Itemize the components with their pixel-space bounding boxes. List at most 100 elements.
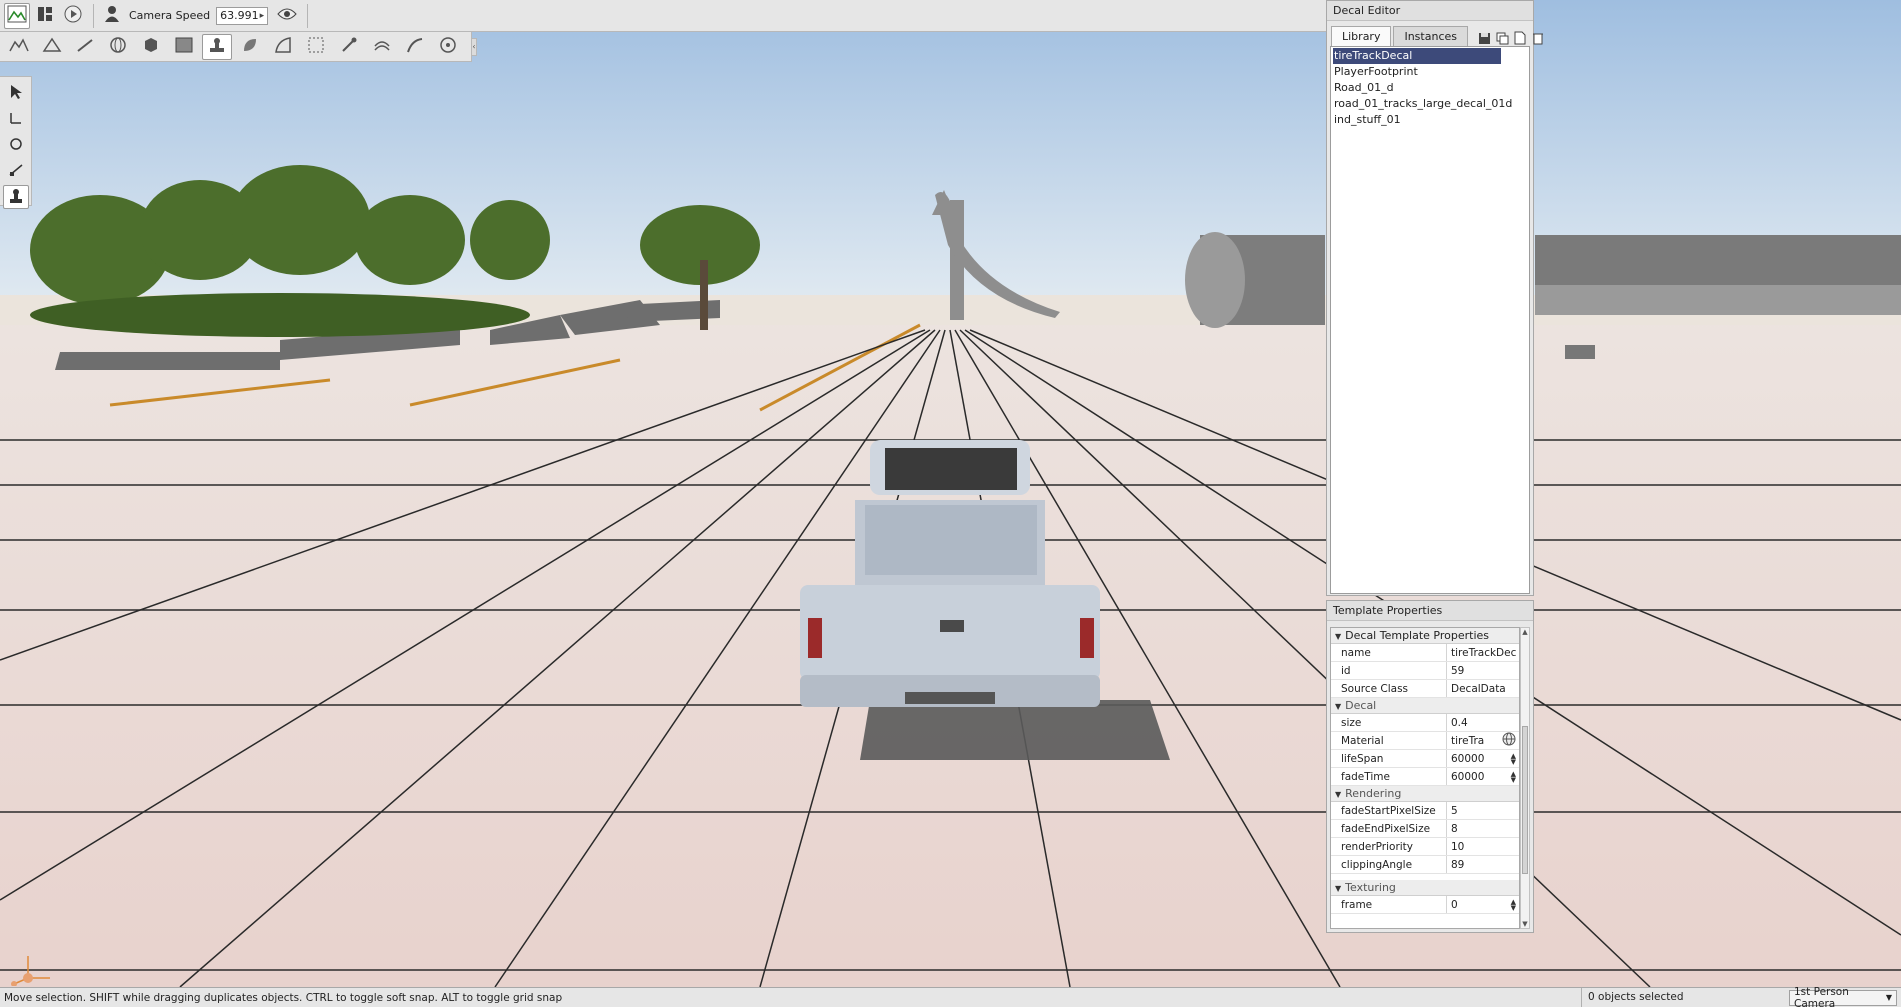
list-item[interactable]: ind_stuff_01 [1333,112,1527,128]
move-tool-button[interactable] [3,107,29,131]
mission-area-button[interactable] [169,34,199,60]
property-value-id: 59 [1447,665,1519,677]
group-header-decal-template-properties[interactable]: ▼ Decal Template Properties [1331,628,1519,644]
gui-editor-button[interactable] [32,3,58,29]
person-icon [104,5,120,26]
vehicle-tool-button[interactable] [433,34,463,60]
camera-mode-select[interactable]: 1st Person Camera ▼ [1789,986,1897,1007]
mountain-icon [42,37,62,56]
decal-road-button[interactable] [400,34,430,60]
fade-start-pixel-size-field[interactable]: 5 [1447,805,1519,817]
decal-place-tool-button[interactable] [3,185,29,209]
road-editor-button[interactable] [70,34,100,60]
frame-stepper[interactable]: 0 ▲ ▼ [1447,899,1519,911]
spinner-arrows-icon[interactable]: ▲ ▼ [1511,753,1516,765]
property-row-frame[interactable]: frame 0 ▲ ▼ [1331,896,1519,914]
group-header-texturing[interactable]: ▼ Texturing [1331,880,1519,896]
save-icon[interactable] [1476,30,1492,46]
property-grid-scrollbar[interactable]: ▲ ▼ [1520,627,1530,929]
size-field[interactable]: 0.4 [1447,717,1519,729]
move-icon [8,110,24,129]
property-value: 0 [1451,898,1458,911]
property-grid: ▼ Decal Template Properties name tireTrack… [1330,627,1520,929]
mesh-road-button[interactable] [268,34,298,60]
group-label: Rendering [1345,787,1402,800]
scene-viewport[interactable] [0,0,1901,987]
copy-icon[interactable] [1494,30,1510,46]
new-file-icon[interactable] [1512,30,1528,46]
select-tool-button[interactable] [3,81,29,105]
property-row-clipping-angle[interactable]: clippingAngle 89 [1331,856,1519,874]
sketch-tool-button[interactable] [301,34,331,60]
decal-library-list[interactable]: tireTrackDecal PlayerFootprint Road_01_d… [1330,46,1530,594]
material-field[interactable]: tireTra [1447,732,1519,749]
property-row-lifespan[interactable]: lifeSpan 60000 ▲ ▼ [1331,750,1519,768]
terrain-editor-button[interactable] [4,34,34,60]
camera-mode-button[interactable] [99,3,125,29]
spinner-arrows-icon[interactable]: ▲ ▼ [1511,899,1516,911]
property-row-render-priority[interactable]: renderPriority 10 [1331,838,1519,856]
delete-icon[interactable] [1530,30,1546,46]
fadetime-stepper[interactable]: 60000 ▲ ▼ [1447,771,1519,783]
scroll-down-icon[interactable]: ▼ [1521,920,1529,928]
objects-selected-count: 0 objects selected [1581,988,1781,1007]
property-label: name [1331,644,1447,661]
list-item[interactable]: tireTrackDecal [1333,48,1501,64]
group-label: Decal Template Properties [1345,629,1490,642]
list-item[interactable]: PlayerFootprint [1333,64,1527,80]
globe-icon[interactable] [1502,732,1516,749]
shape-tool-button[interactable] [334,34,364,60]
wheel-icon [439,36,457,57]
object-editor-button[interactable] [136,34,166,60]
group-label: Decal [1345,699,1377,712]
river-editor-button[interactable] [367,34,397,60]
group-header-rendering[interactable]: ▼ Rendering [1331,786,1519,802]
chevron-right-icon[interactable]: ▸ [260,11,265,21]
property-value: 59 [1451,664,1465,677]
property-label: size [1331,714,1447,731]
property-row-fade-end-pixel-size[interactable]: fadeEndPixelSize 8 [1331,820,1519,838]
tab-library[interactable]: Library [1331,26,1392,46]
ramp-icon [274,36,292,57]
fade-end-pixel-size-field[interactable]: 8 [1447,823,1519,835]
rotate-tool-button[interactable] [3,133,29,157]
terrain-painter-button[interactable] [37,34,67,60]
property-value-name-field[interactable]: tireTrackDec [1447,647,1519,659]
main-toolbar: Camera Speed 63.991 ▸ [0,0,1326,32]
list-item[interactable]: Road_01_d [1333,80,1527,96]
scroll-up-icon[interactable]: ▲ [1521,628,1529,636]
camera-speed-value: 63.991 [220,9,259,22]
tab-instances[interactable]: Instances [1393,26,1468,46]
lifespan-stepper[interactable]: 60000 ▲ ▼ [1447,753,1519,765]
clipping-angle-field[interactable]: 89 [1447,859,1519,871]
river-icon [373,36,391,57]
toolbar-collapse-handle[interactable]: ‹ [471,38,477,56]
terrain-icon [9,37,29,56]
property-label: frame [1331,896,1447,913]
status-message: Move selection. SHIFT while dragging dup… [4,991,563,1004]
camera-speed-input[interactable]: 63.991 ▸ [216,6,269,25]
property-value: 0.4 [1451,716,1468,729]
visibility-button[interactable] [274,3,300,29]
globe-tool-button[interactable] [103,34,133,60]
decal-editor-button[interactable] [202,33,232,60]
property-label: fadeStartPixelSize [1331,802,1447,819]
scale-tool-button[interactable] [3,159,29,183]
property-row-fadetime[interactable]: fadeTime 60000 ▲ ▼ [1331,768,1519,786]
property-row-fade-start-pixel-size[interactable]: fadeStartPixelSize 5 [1331,802,1519,820]
group-header-decal[interactable]: ▼ Decal [1331,698,1519,714]
world-editor-mode-button[interactable] [4,2,30,29]
property-row-material[interactable]: Material tireTra [1331,732,1519,750]
spinner-arrows-icon[interactable]: ▲ ▼ [1511,771,1516,783]
list-item[interactable]: road_01_tracks_large_decal_01d [1333,96,1527,112]
property-value: tireTra [1451,734,1485,747]
scrollbar-thumb[interactable] [1522,726,1528,874]
forest-editor-button[interactable] [235,34,265,60]
property-row-name[interactable]: name tireTrackDec [1331,644,1519,662]
render-priority-field[interactable]: 10 [1447,841,1519,853]
property-row-source-class: Source Class DecalData [1331,680,1519,698]
stamp-icon [8,188,24,207]
chevron-down-icon: ▼ [1885,993,1892,1002]
property-row-size[interactable]: size 0.4 [1331,714,1519,732]
play-button[interactable] [60,3,86,29]
